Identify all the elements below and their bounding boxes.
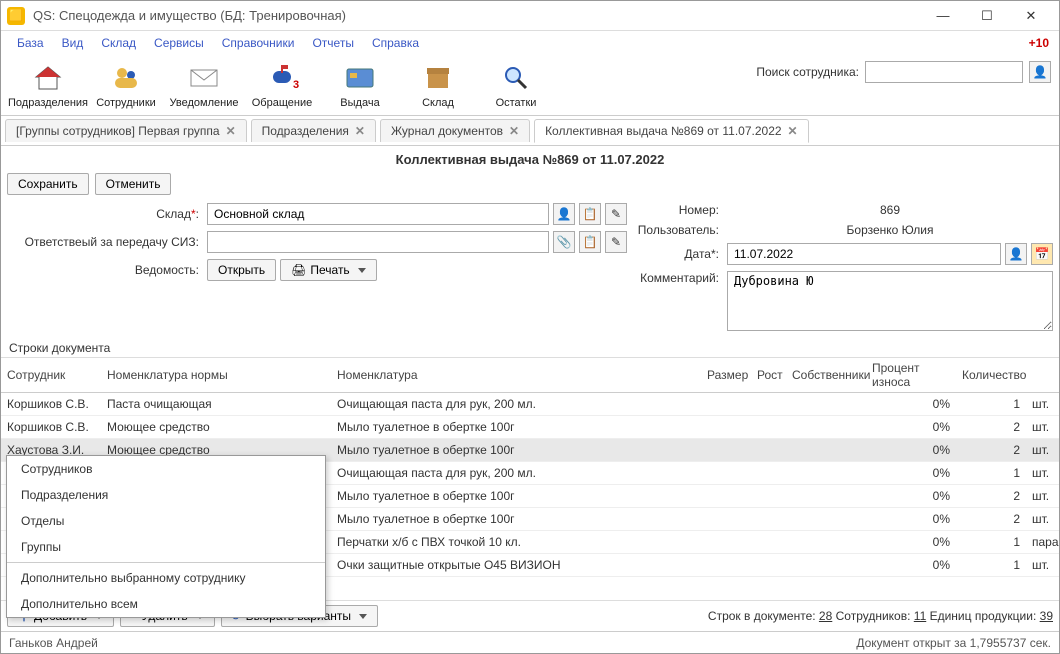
tb-stock[interactable]: Остатки [477,61,555,109]
statusbar: Ганьков Андрей Документ открыт за 1,7955… [1,631,1059,653]
menu-reports[interactable]: Отчеты [304,34,361,52]
menu-view[interactable]: Вид [54,34,92,52]
employee-search: Поиск сотрудника: 👤 [756,61,1051,83]
cm-extra-selected[interactable]: Дополнительно выбранному сотруднику [7,565,325,591]
document-tabs: [Группы сотрудников] Первая группа ✕ Под… [1,116,1059,146]
label-warehouse: Склад*: [7,207,203,221]
resp-c-button[interactable]: ✎ [605,231,627,253]
col-size[interactable]: Размер [701,358,751,393]
table-row[interactable]: Коршиков С.В.Паста очищающаяОчищающая па… [1,393,1059,416]
label-date: Дата*: [633,247,723,261]
close-icon[interactable]: ✕ [355,124,365,138]
label-sheet: Ведомость: [7,263,203,277]
menu-services[interactable]: Сервисы [146,34,212,52]
section-lines-label: Строки документа [1,337,1059,357]
warehouse-ref-button[interactable]: 📋 [579,203,601,225]
add-context-menu: Сотрудников Подразделения Отделы Группы … [6,455,326,618]
tab-groups[interactable]: [Группы сотрудников] Первая группа ✕ [5,119,247,142]
col-wear[interactable]: Процент износа [866,358,956,393]
action-buttons: Сохранить Отменить [1,171,1059,201]
col-nomenclature[interactable]: Номенклатура [331,358,701,393]
menu-help[interactable]: Справка [364,34,427,52]
minimize-button[interactable]: — [921,2,965,30]
magnifier-icon [499,61,533,95]
resp-b-button[interactable]: 📋 [579,231,601,253]
responsible-input[interactable] [207,231,549,253]
window-title: QS: Спецодежда и имущество (БД: Трениров… [33,8,921,23]
menubar-notification[interactable]: +10 [1029,36,1049,50]
table-row[interactable]: Коршиков С.В.Моющее средствоМыло туалетн… [1,416,1059,439]
label-user: Пользователь: [633,223,723,237]
menu-base[interactable]: База [9,34,52,52]
search-label: Поиск сотрудника: [756,65,859,79]
print-button[interactable]: 🖨 Печать [280,259,377,281]
tb-notification[interactable]: Уведомление [165,61,243,109]
envelope-icon [187,61,221,95]
user-value: Борзенко Юлия [727,223,1053,237]
tb-departments[interactable]: Подразделения [9,61,87,109]
label-comment: Комментарий: [633,271,723,285]
date-calendar-button[interactable]: 📅 [1031,243,1053,265]
label-number: Номер: [633,203,723,217]
cancel-button[interactable]: Отменить [95,173,172,195]
date-input[interactable] [727,243,1001,265]
save-button[interactable]: Сохранить [7,173,89,195]
status-timing: Документ открыт за 1,7955737 сек. [98,636,1051,650]
house-icon [31,61,65,95]
cm-employees[interactable]: Сотрудников [7,456,325,482]
warehouse-edit-button[interactable]: ✎ [605,203,627,225]
window-titlebar: 🟨 QS: Спецодежда и имущество (БД: Тренир… [1,1,1059,31]
col-qty[interactable]: Количество [956,358,1026,393]
label-responsible: Ответствеый за передачу СИЗ: [7,235,203,249]
tab-journal[interactable]: Журнал документов ✕ [380,119,530,142]
warehouse-select-button[interactable]: 👤 [553,203,575,225]
warehouse-input[interactable] [207,203,549,225]
close-button[interactable]: ✕ [1009,2,1053,30]
close-icon[interactable]: ✕ [788,124,798,138]
card-icon [343,61,377,95]
tb-appeal[interactable]: 3 Обращение [243,61,321,109]
tb-employees[interactable]: Сотрудники [87,61,165,109]
date-today-button[interactable]: 👤 [1005,243,1027,265]
col-unit[interactable] [1026,358,1059,393]
app-icon: 🟨 [7,7,25,25]
col-height[interactable]: Рост [751,358,786,393]
tb-warehouse[interactable]: Склад [399,61,477,109]
box-icon [421,61,455,95]
cm-separator [7,562,325,563]
cm-extra-all[interactable]: Дополнительно всем [7,591,325,617]
menu-warehouse[interactable]: Склад [93,34,144,52]
close-icon[interactable]: ✕ [509,124,519,138]
cm-departments[interactable]: Подразделения [7,482,325,508]
menu-reference[interactable]: Справочники [214,34,303,52]
col-employee[interactable]: Сотрудник [1,358,101,393]
maximize-button[interactable]: ☐ [965,2,1009,30]
cm-sections[interactable]: Отделы [7,508,325,534]
tb-issue[interactable]: Выдача [321,61,399,109]
status-user: Ганьков Андрей [9,636,98,650]
appeal-badge: 3 [293,79,299,91]
comment-input[interactable] [727,271,1053,331]
open-button[interactable]: Открыть [207,259,276,281]
form-area: Склад*: 👤 📋 ✎ Ответствеый за передачу СИ… [1,201,1059,337]
tab-collective-issue[interactable]: Коллективная выдача №869 от 11.07.2022 ✕ [534,119,809,143]
search-input[interactable] [865,61,1023,83]
number-value: 869 [727,203,1053,217]
col-norm[interactable]: Номенклатура нормы [101,358,331,393]
summary-info: Строк в документе: 28 Сотрудников: 11 Ед… [384,609,1053,623]
window-controls: — ☐ ✕ [921,2,1053,30]
tab-departments[interactable]: Подразделения ✕ [251,119,376,142]
document-title: Коллективная выдача №869 от 11.07.2022 [1,146,1059,171]
col-owners[interactable]: Собственники [786,358,866,393]
table-header-row: Сотрудник Номенклатура нормы Номенклатур… [1,358,1059,393]
resp-a-button[interactable]: 📎 [553,231,575,253]
search-person-button[interactable]: 👤 [1029,61,1051,83]
menubar: База Вид Склад Сервисы Справочники Отчет… [1,31,1059,55]
people-icon [109,61,143,95]
close-icon[interactable]: ✕ [226,124,236,138]
cm-groups[interactable]: Группы [7,534,325,560]
main-toolbar: Подразделения Сотрудники Уведомление 3 О… [1,55,1059,116]
